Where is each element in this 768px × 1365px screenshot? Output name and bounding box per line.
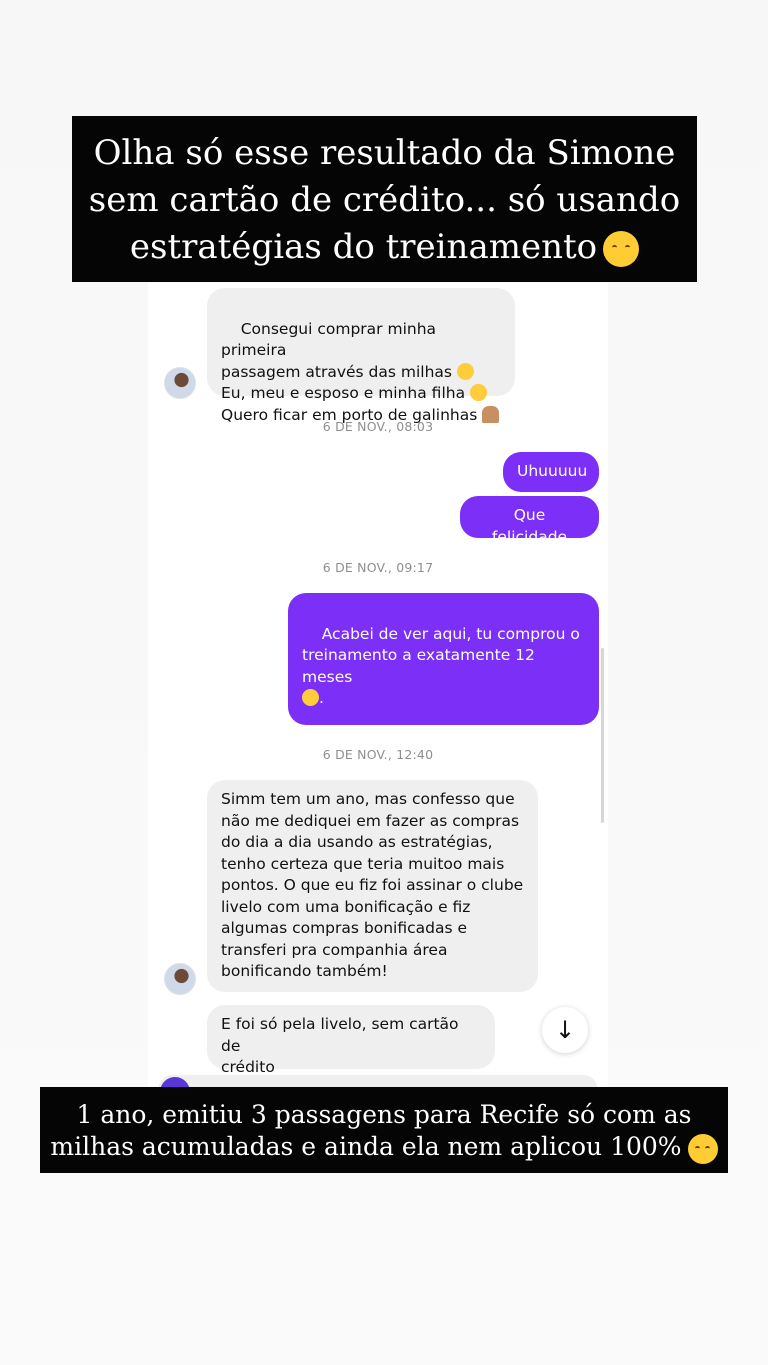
grinning-sweat-emoji-icon bbox=[687, 1133, 718, 1164]
caption-line-text: milhas acumuladas e ainda ela nem aplico… bbox=[50, 1132, 682, 1161]
heart-eyes-emoji-icon bbox=[470, 384, 488, 401]
message-text: . bbox=[319, 689, 324, 707]
caption-line: Olha só esse resultado da Simone bbox=[93, 133, 676, 173]
message-text: Acabei de ver aqui, tu comprou o treinam… bbox=[302, 624, 580, 686]
incoming-message[interactable]: E foi só pela livelo, sem cartão de créd… bbox=[207, 1005, 495, 1076]
arrow-down-icon[interactable]: ↓ bbox=[542, 1007, 588, 1053]
avatar[interactable] bbox=[164, 963, 196, 995]
timestamp: 6 DE NOV., 08:03 bbox=[322, 419, 434, 434]
outgoing-message[interactable]: Que felicidade bbox=[460, 496, 599, 546]
caption-line: 1 ano, emitiu 3 passagens para Recife só… bbox=[76, 1100, 692, 1129]
smiling-emoji-icon bbox=[456, 362, 474, 380]
message-text: Consegui comprar minha primeira passagem… bbox=[221, 319, 452, 381]
caption-line: estratégias do treinamento bbox=[82, 224, 687, 271]
caption-line: sem cartão de crédito... só usando bbox=[88, 180, 681, 220]
avatar[interactable] bbox=[164, 367, 196, 399]
scrollbar[interactable] bbox=[601, 648, 604, 823]
timestamp: 6 DE NOV., 09:17 bbox=[322, 560, 434, 575]
chat-screenshot: Consegui comprar minha primeira passagem… bbox=[148, 283, 608, 1095]
message-text: Eu, meu e esposo e minha filha bbox=[221, 384, 466, 402]
grinning-sweat-emoji-icon bbox=[302, 689, 319, 706]
outgoing-message[interactable]: Uhuuuuu bbox=[503, 452, 599, 492]
outgoing-message[interactable]: Acabei de ver aqui, tu comprou o treinam… bbox=[288, 593, 599, 750]
caption-line: milhas acumuladas e ainda ela nem aplico… bbox=[46, 1131, 722, 1164]
timestamp: 6 DE NOV., 12:40 bbox=[322, 747, 434, 762]
caption-line-text: estratégias do treinamento bbox=[129, 227, 598, 267]
top-caption: Olha só esse resultado da Simone sem car… bbox=[72, 116, 697, 282]
exhausted-face-emoji-icon bbox=[603, 231, 640, 267]
incoming-message[interactable]: Consegui comprar minha primeira passagem… bbox=[207, 288, 515, 424]
bottom-caption: 1 ano, emitiu 3 passagens para Recife só… bbox=[40, 1087, 728, 1173]
incoming-message[interactable]: Simm tem um ano, mas confesso que não me… bbox=[207, 780, 538, 992]
